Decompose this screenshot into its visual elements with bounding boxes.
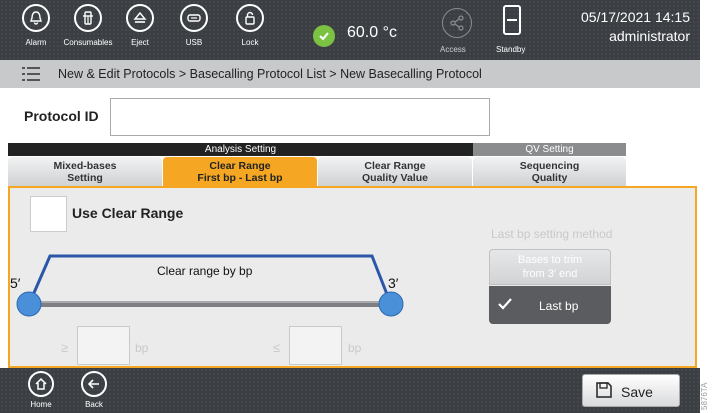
consumables-icon (74, 4, 102, 32)
clear-range-diagram (16, 254, 404, 317)
share-icon[interactable] (442, 8, 472, 38)
tab-label-line2: Quality (531, 172, 568, 184)
consumables-button[interactable]: Consumables (62, 4, 114, 58)
bottom-toolbar: Home Back Save (0, 368, 700, 413)
consumables-label: Consumables (63, 38, 113, 47)
tab-label-line2: First bp - Last bp (197, 172, 283, 184)
min-bp-unit: bp (135, 341, 149, 355)
bell-icon (22, 4, 50, 32)
save-label: Save (621, 384, 653, 400)
date-time: 05/17/2021 14:15 (581, 9, 690, 25)
home-label: Home (30, 400, 52, 409)
eject-icon (126, 4, 154, 32)
five-prime-label: 5′ (10, 275, 21, 291)
back-button[interactable]: Back (74, 371, 114, 409)
lock-label: Lock (241, 38, 259, 47)
home-button[interactable]: Home (21, 371, 61, 409)
tab-sequencing-quality[interactable]: Sequencing Quality (473, 157, 626, 186)
breadcrumb-bar: New & Edit Protocols > Basecalling Proto… (0, 60, 700, 88)
tab-mixed-bases-setting[interactable]: Mixed-bases Setting (8, 157, 162, 186)
checkmark-icon (497, 297, 513, 314)
usb-button[interactable]: USB (168, 4, 220, 58)
tab-label-line1: Mixed-bases (53, 160, 117, 172)
alarm-label: Alarm (25, 38, 47, 47)
menu-icon[interactable] (22, 66, 40, 82)
tab-label-line1: Clear Range (364, 160, 426, 172)
lock-button[interactable]: Lock (224, 4, 276, 58)
protocol-id-label: Protocol ID (24, 108, 99, 124)
back-arrow-icon (81, 371, 107, 397)
start-handle[interactable] (16, 291, 42, 317)
status-check-icon (313, 25, 335, 47)
use-clear-range-checkbox[interactable] (30, 196, 67, 232)
eject-label: Eject (131, 38, 149, 47)
end-handle[interactable] (378, 291, 404, 317)
figure-code: 5876TA (700, 382, 709, 410)
last-bp-label: Last bp (539, 299, 579, 313)
last-bp-option[interactable]: Last bp (489, 286, 611, 324)
max-bp-input[interactable] (289, 326, 342, 365)
usb-label: USB (185, 38, 203, 47)
min-bp-input[interactable] (77, 326, 130, 365)
tab-clear-range-quality-value[interactable]: Clear Range Quality Value (318, 157, 472, 186)
lock-icon (236, 4, 264, 32)
eject-button[interactable]: Eject (114, 4, 166, 58)
temperature-readout: 60.0 °c (347, 24, 397, 41)
qv-setting-group-header: QV Setting (473, 143, 626, 156)
home-icon (28, 371, 54, 397)
analysis-setting-group-header: Analysis Setting (8, 143, 473, 156)
access-label: Access (440, 45, 466, 54)
save-button[interactable]: Save (582, 374, 680, 407)
last-bp-method-title: Last bp setting method (491, 227, 613, 241)
standby-icon[interactable] (503, 5, 521, 35)
protocol-id-input[interactable] (110, 98, 490, 136)
datetime-display: 05/17/2021 14:15 administrator (581, 8, 690, 46)
three-prime-label: 3′ (388, 275, 399, 291)
standby-label: Standby (496, 45, 526, 54)
tab-clear-range-first-last[interactable]: Clear Range First bp - Last bp (163, 157, 317, 186)
clear-range-by-bp-label: Clear range by bp (157, 264, 253, 278)
bases-to-trim-option[interactable]: Bases to trim from 3′ end (489, 249, 611, 285)
tab-label-line1: Clear Range (209, 160, 271, 172)
ge-symbol: ≥ (61, 340, 69, 355)
top-toolbar: Alarm Consumables Eject USB Lock 60.0 °c… (0, 0, 700, 60)
le-symbol: ≤ (273, 340, 281, 355)
tab-label-line2: Setting (67, 172, 103, 184)
current-user: administrator (609, 28, 690, 44)
max-bp-unit: bp (348, 341, 362, 355)
use-clear-range-label: Use Clear Range (72, 205, 184, 221)
back-label: Back (85, 400, 103, 409)
floppy-disk-icon (595, 381, 613, 402)
usb-icon (180, 4, 208, 32)
alarm-button[interactable]: Alarm (10, 4, 62, 58)
tab-label-line1: Sequencing (519, 160, 580, 172)
bases-to-trim-label-1: Bases to trim (517, 254, 583, 266)
breadcrumb: New & Edit Protocols > Basecalling Proto… (58, 67, 482, 81)
bases-to-trim-label-2: from 3′ end (522, 268, 578, 280)
tab-label-line2: Quality Value (362, 172, 428, 184)
